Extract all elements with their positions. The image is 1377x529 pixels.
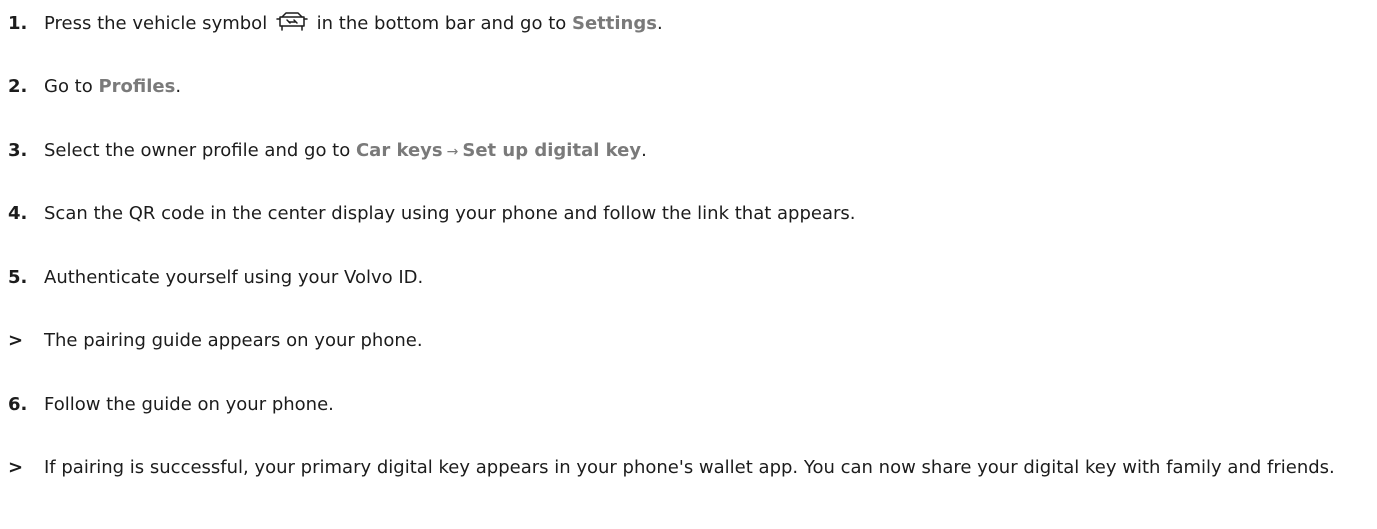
step-text-end: . (656, 13, 663, 34)
step-text: Press the vehicle symbol in the bottom b… (44, 10, 1348, 38)
step-text: Select the owner profile and go to Car k… (44, 137, 1348, 166)
result-text: The pairing guide appears on your phone. (44, 330, 423, 351)
step-4: 4. Scan the QR code in the center displa… (8, 200, 1348, 228)
setup-digital-key-label: Set up digital key (462, 140, 642, 161)
step-text-after: in the bottom bar and go to (310, 13, 572, 34)
step-6: 6. Follow the guide on your phone. (8, 391, 1348, 419)
profiles-menu-label: Profiles (98, 76, 176, 97)
arrow-right-icon: → (446, 144, 459, 160)
step-marker: 3. (8, 140, 28, 161)
step-text-end: . (641, 140, 647, 161)
step-text-before: Select the owner profile and go to (44, 140, 356, 161)
car-icon (275, 11, 309, 33)
step-text: Go to Profiles. (44, 73, 1348, 101)
step-marker: 2. (8, 76, 28, 97)
step-result: > The pairing guide appears on your phon… (8, 327, 1348, 355)
step-marker: 5. (8, 267, 28, 288)
step-marker: 4. (8, 203, 28, 224)
car-keys-menu-label: Car keys (355, 140, 443, 161)
step-3: 3. Select the owner profile and go to Ca… (8, 137, 1348, 166)
result-marker: > (8, 457, 24, 478)
result-text: If pairing is successful, your primary d… (44, 457, 1335, 478)
settings-menu-label: Settings (572, 13, 657, 34)
step-marker: 6. (8, 394, 28, 415)
step-1: 1. Press the vehicle symbol in the botto… (8, 10, 1348, 38)
instruction-steps: 1. Press the vehicle symbol in the botto… (0, 0, 1377, 529)
step-text: Scan the QR code in the center display u… (44, 203, 856, 224)
step-text-before: Press the vehicle symbol (44, 13, 268, 34)
step-marker: 1. (8, 13, 28, 34)
step-text: Authenticate yourself using your Volvo I… (44, 267, 424, 288)
step-2: 2. Go to Profiles. (8, 73, 1348, 101)
step-result: > If pairing is successful, your primary… (8, 454, 1348, 482)
result-marker: > (8, 330, 24, 351)
step-text-before: Go to (44, 76, 99, 97)
step-text: Follow the guide on your phone. (44, 394, 334, 415)
step-text-end: . (175, 76, 182, 97)
step-5: 5. Authenticate yourself using your Volv… (8, 264, 1348, 292)
